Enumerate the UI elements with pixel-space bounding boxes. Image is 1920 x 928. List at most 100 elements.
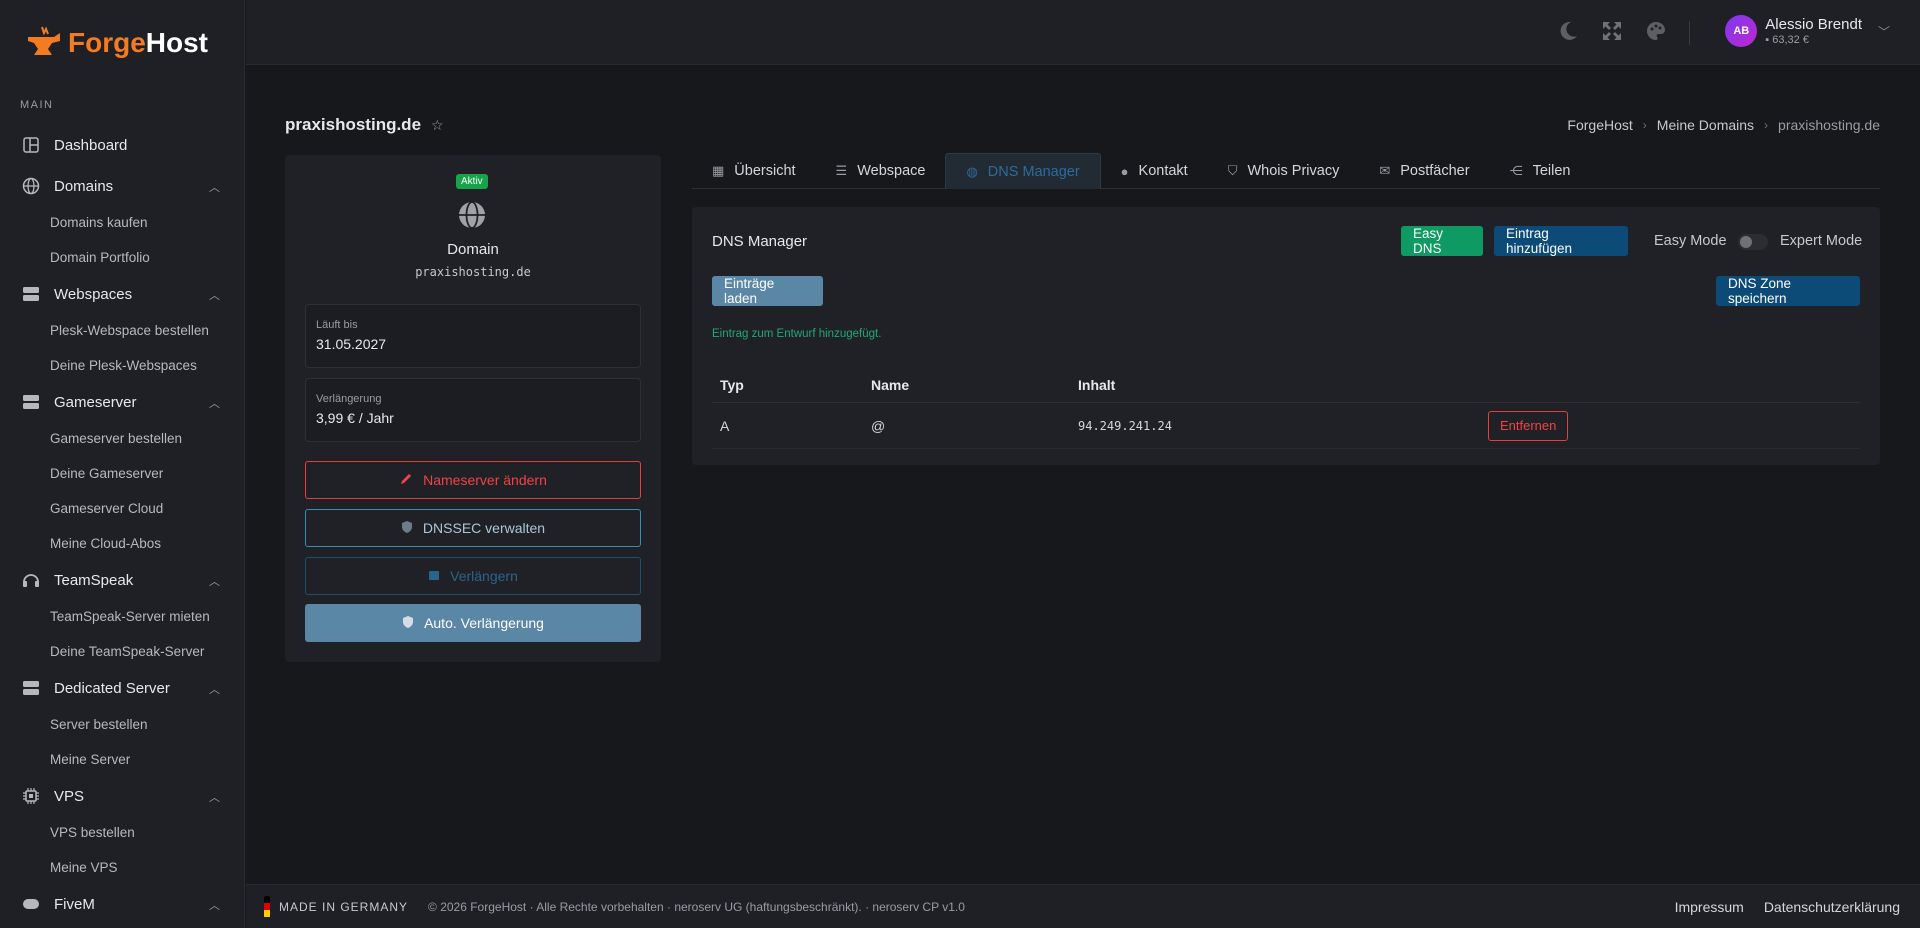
button-label: Nameserver ändern: [423, 472, 547, 488]
sidebar-subitem[interactable]: Domains kaufen: [0, 205, 244, 240]
status-message: Eintrag zum Entwurf hinzugefügt.: [712, 328, 882, 340]
sidebar-item-label: Webspaces: [54, 285, 133, 303]
column-header: Name: [871, 376, 910, 393]
expiry-box: Läuft bis 31.05.2027: [305, 304, 641, 368]
palette-icon[interactable]: [1645, 20, 1667, 45]
button-label: Verlängern: [450, 568, 518, 584]
record-name: @: [871, 417, 886, 434]
sidebar-group-teamspeak: TeamSpeak ︿ TeamSpeak-Server mieten Dein…: [0, 561, 244, 669]
breadcrumb-item[interactable]: ForgeHost: [1567, 117, 1632, 133]
sidebar-item-fivem[interactable]: FiveM ︿: [0, 885, 244, 923]
star-icon[interactable]: ☆: [431, 117, 444, 134]
save-dns-zone-button[interactable]: DNS Zone speichern: [1716, 276, 1860, 306]
dns-manager-card: DNS Manager Easy DNS Eintrag hinzufügen …: [692, 207, 1880, 465]
extend-button[interactable]: Verlängern: [305, 557, 641, 595]
sidebar-item-teamspeak[interactable]: TeamSpeak ︿: [0, 561, 244, 599]
sidebar-subitem[interactable]: Deine Gameserver: [0, 456, 244, 491]
column-header: Inhalt: [1078, 376, 1116, 393]
sidebar-item-dashboard[interactable]: Dashboard: [0, 123, 244, 167]
sidebar-subitem[interactable]: Deine Plesk-Webspaces: [0, 348, 244, 383]
chevron-right-icon: ›: [1642, 118, 1647, 132]
easy-dns-button[interactable]: Easy DNS: [1401, 226, 1483, 256]
dark-mode-icon[interactable]: [1557, 20, 1579, 45]
shield-icon: ⛉: [1227, 163, 1238, 178]
sidebar-group-gameserver: Gameserver ︿ Gameserver bestellen Deine …: [0, 383, 244, 561]
sidebar-subitem[interactable]: Gameserver Cloud: [0, 491, 244, 526]
tab-dns-manager[interactable]: ◍ DNS Manager: [945, 153, 1101, 189]
made-in-germany: MADE IN GERMANY: [279, 899, 409, 914]
dnssec-button[interactable]: DNSSEC verwalten: [305, 509, 641, 547]
shield-check-icon: [402, 615, 414, 632]
column-header: Typ: [720, 376, 744, 393]
sidebar-subitem[interactable]: Gameserver bestellen: [0, 421, 244, 456]
expert-mode-label: Expert Mode: [1780, 233, 1863, 249]
user-info: Alessio Brendt ▪ 63,32 €: [1765, 16, 1862, 46]
renewal-box: Verlängerung 3,99 € / Jahr: [305, 378, 641, 442]
domain-label: Domain: [447, 241, 499, 258]
remove-record-button[interactable]: Entfernen: [1488, 410, 1569, 441]
fullscreen-icon[interactable]: [1601, 20, 1623, 45]
sidebar-group-fivem: FiveM ︿: [0, 885, 244, 923]
tab-label: Whois Privacy: [1247, 163, 1340, 179]
tab-overview[interactable]: ▦ Übersicht: [692, 153, 816, 189]
toggle-knob: [1740, 236, 1752, 248]
tab-label: Postfächer: [1400, 163, 1470, 179]
german-flag-icon: [264, 895, 270, 918]
sidebar-item-webspaces[interactable]: Webspaces ︿: [0, 275, 244, 313]
sidebar-subitem[interactable]: Server bestellen: [0, 707, 244, 742]
mode-toggle[interactable]: [1738, 234, 1768, 250]
privacy-link[interactable]: Datenschutzerklärung: [1764, 899, 1900, 915]
load-entries-button[interactable]: Einträge laden: [712, 276, 823, 306]
server-icon: ☰: [835, 163, 848, 178]
add-entry-button[interactable]: Eintrag hinzufügen: [1494, 226, 1628, 256]
sidebar-subitem[interactable]: Meine Cloud-Abos: [0, 526, 244, 561]
tab-mailboxes[interactable]: ✉ Postfächer: [1359, 153, 1489, 189]
sidebar-subitem[interactable]: Meine VPS: [0, 850, 244, 885]
shield-icon: [401, 520, 413, 537]
brand-logo[interactable]: Forge Host: [0, 0, 244, 85]
sidebar-item-vps[interactable]: VPS ︿: [0, 777, 244, 815]
sidebar-subitem[interactable]: VPS bestellen: [0, 815, 244, 850]
sidebar-subitem[interactable]: Meine Server: [0, 742, 244, 777]
change-nameserver-button[interactable]: Nameserver ändern: [305, 461, 641, 499]
sidebar-subitem[interactable]: Deine TeamSpeak-Server: [0, 634, 244, 669]
sidebar-subitem[interactable]: TeamSpeak-Server mieten: [0, 599, 244, 634]
impressum-link[interactable]: Impressum: [1675, 899, 1744, 915]
server-icon: [22, 393, 40, 411]
expiry-value: 31.05.2027: [316, 336, 387, 352]
sidebar-item-label: TeamSpeak: [54, 571, 134, 589]
renewal-label: Verlängerung: [316, 393, 382, 405]
record-type: A: [720, 417, 730, 434]
sidebar-item-label: Dedicated Server: [54, 679, 170, 697]
page-title: praxishosting.de ☆: [285, 115, 444, 135]
page-title-text: praxishosting.de: [285, 115, 422, 134]
tab-share[interactable]: ⋲ Teilen: [1490, 153, 1591, 189]
tab-whois-privacy[interactable]: ⛉ Whois Privacy: [1208, 153, 1360, 189]
auto-renew-button[interactable]: Auto. Verlängerung: [305, 604, 641, 642]
chevron-up-icon: ︿: [209, 792, 220, 804]
table-header: Typ Name Inhalt: [712, 367, 1860, 403]
tab-contact[interactable]: ● Kontakt: [1101, 153, 1208, 189]
chevron-up-icon: ︿: [209, 398, 220, 410]
sidebar-group-dedicated: Dedicated Server ︿ Server bestellen Mein…: [0, 669, 244, 777]
user-menu[interactable]: AB Alessio Brendt ▪ 63,32 € ﹀: [1725, 15, 1890, 47]
tab-label: Übersicht: [734, 163, 796, 179]
globe-icon: [22, 177, 40, 195]
sidebar-item-label: FiveM: [54, 895, 95, 913]
sidebar-item-domains[interactable]: Domains ︿: [0, 167, 244, 205]
main-content: praxishosting.de ☆ ForgeHost › Meine Dom…: [246, 65, 1920, 884]
sidebar-group-webspaces: Webspaces ︿ Plesk-Webspace bestellen Dei…: [0, 275, 244, 383]
sidebar-subitem[interactable]: Domain Portfolio: [0, 240, 244, 275]
breadcrumb-item[interactable]: Meine Domains: [1657, 117, 1754, 133]
chevron-right-icon: ›: [1764, 118, 1769, 132]
sidebar-item-gameserver[interactable]: Gameserver ︿: [0, 383, 244, 421]
sidebar-subitem[interactable]: Plesk-Webspace bestellen: [0, 313, 244, 348]
share-icon: ⋲: [1509, 163, 1523, 178]
table-row: A @ 94.249.241.24 Entfernen: [712, 403, 1860, 449]
sidebar-item-dedicated-server[interactable]: Dedicated Server ︿: [0, 669, 244, 707]
tab-label: DNS Manager: [987, 163, 1080, 180]
chevron-up-icon: ︿: [209, 900, 220, 912]
domain-card: Aktiv Domain praxishosting.de Läuft bis …: [285, 155, 661, 662]
dns-title: DNS Manager: [712, 233, 808, 250]
tab-webspace[interactable]: ☰ Webspace: [816, 153, 946, 189]
